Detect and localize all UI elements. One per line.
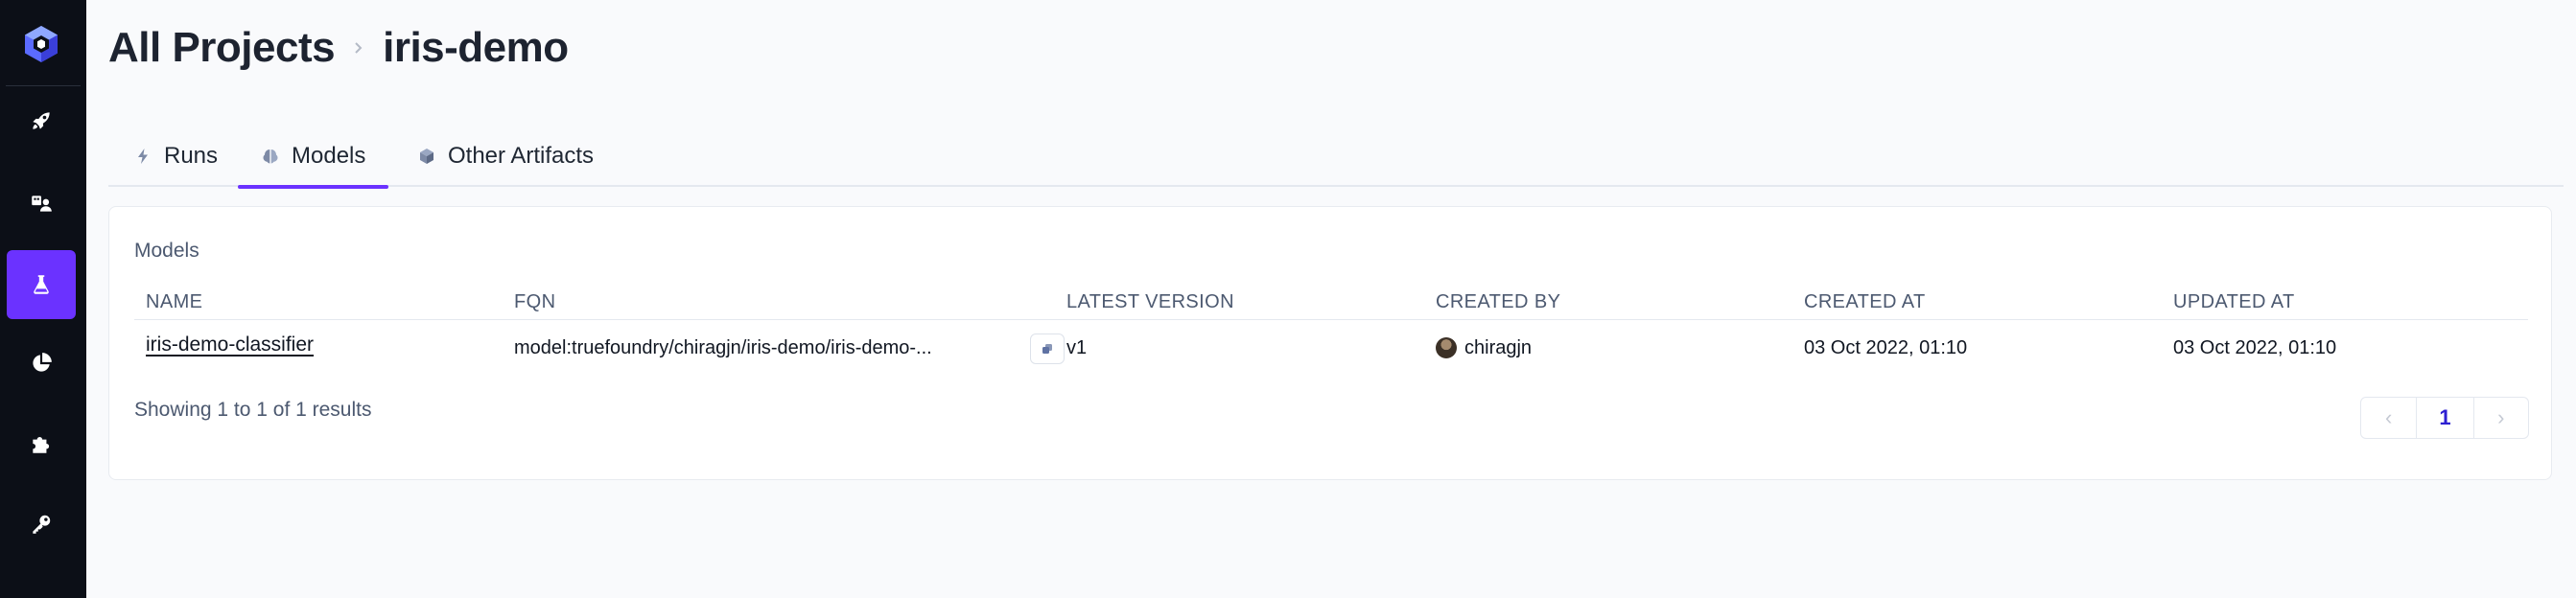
puzzle-icon	[33, 436, 50, 453]
page-number-button[interactable]: 1	[2416, 398, 2472, 438]
flask-icon	[34, 275, 49, 294]
sidebar-item-monitoring[interactable]	[7, 329, 76, 398]
copy-icon	[1042, 344, 1052, 354]
model-name-cell: iris-demo-classifier	[146, 321, 314, 375]
latest-version-cell: v1	[1066, 336, 1088, 358]
column-header-name[interactable]: NAME	[146, 284, 202, 320]
created-at-cell: 03 Oct 2022, 01:10	[1804, 336, 1968, 358]
sidebar-item-integrations[interactable]	[7, 409, 76, 478]
tab-models[interactable]: Models	[237, 125, 389, 189]
tab-other-artifacts-label: Other Artifacts	[448, 142, 595, 169]
sidebar-item-experiments[interactable]	[7, 250, 76, 319]
table-row[interactable]: iris-demo-classifier model:truefoundry/c…	[134, 321, 2528, 375]
created-by-cell: chiragjn	[1436, 321, 1532, 375]
model-name-link[interactable]: iris-demo-classifier	[146, 334, 314, 356]
lightning-icon	[133, 147, 152, 166]
fqn-cell: model:truefoundry/chiragjn/iris-demo/iri…	[514, 336, 932, 358]
tab-models-label: Models	[292, 142, 366, 169]
sidebar-item-secrets[interactable]	[7, 490, 76, 559]
truefoundry-logo[interactable]	[20, 23, 62, 65]
cube-icon	[417, 147, 436, 166]
tab-runs[interactable]: Runs	[133, 125, 218, 187]
tab-bar: Runs Models Other Artifacts	[108, 125, 2564, 189]
chevron-right-icon	[352, 37, 365, 58]
updated-at-cell: 03 Oct 2022, 01:10	[2173, 336, 2337, 358]
models-card: Models NAME FQN LATEST VERSION CREATED B…	[108, 206, 2552, 480]
table-header: NAME FQN LATEST VERSION CREATED BY CREAT…	[134, 284, 2528, 320]
sidebar-item-deployments[interactable]	[7, 86, 76, 155]
results-summary: Showing 1 to 1 of 1 results	[134, 399, 372, 421]
pagination: ‹ 1 ›	[2360, 397, 2529, 439]
copy-fqn-button[interactable]	[1030, 334, 1065, 364]
page-title: iris-demo	[383, 24, 569, 71]
column-header-created-at[interactable]: CREATED AT	[1804, 284, 1926, 320]
rocket-icon	[33, 112, 50, 129]
sidebar	[0, 0, 86, 598]
column-header-updated-at[interactable]: UPDATED AT	[2173, 284, 2295, 320]
sidebar-item-services[interactable]	[7, 169, 76, 238]
deployments-icon	[32, 196, 52, 212]
column-header-created-by[interactable]: CREATED BY	[1436, 284, 1560, 320]
tab-runs-label: Runs	[164, 142, 219, 169]
column-header-latest-version[interactable]: LATEST VERSION	[1066, 284, 1234, 320]
brain-icon	[261, 147, 280, 166]
breadcrumb-all-projects[interactable]: All Projects	[108, 24, 336, 72]
created-by-username: chiragjn	[1464, 336, 1533, 358]
card-title: Models	[134, 240, 199, 262]
column-header-fqn[interactable]: FQN	[514, 284, 555, 320]
pie-chart-icon	[33, 353, 52, 372]
previous-page-button[interactable]: ‹	[2361, 398, 2416, 438]
chevron-right-icon: ›	[2497, 405, 2505, 429]
breadcrumb: All Projects iris-demo	[108, 21, 569, 75]
avatar	[1436, 337, 1457, 358]
key-icon	[33, 515, 51, 534]
next-page-button[interactable]: ›	[2472, 398, 2528, 438]
chevron-left-icon: ‹	[2385, 405, 2393, 429]
tab-other-artifacts[interactable]: Other Artifacts	[417, 125, 594, 187]
